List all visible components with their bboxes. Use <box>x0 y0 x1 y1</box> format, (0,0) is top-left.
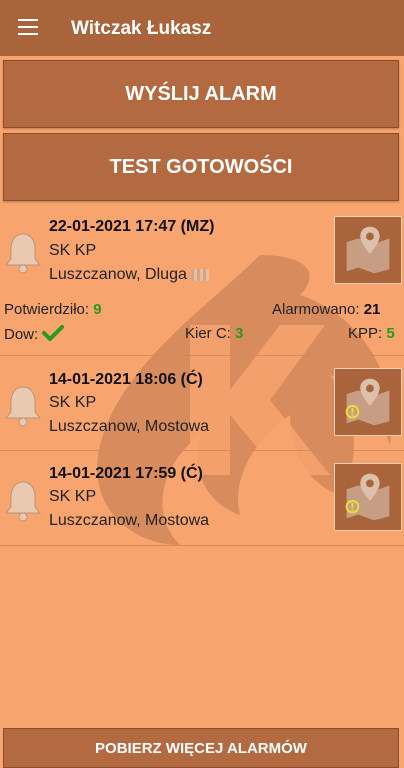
redacted-text <box>191 268 210 281</box>
checkmark-icon <box>42 325 65 342</box>
alarm-datetime: 14-01-2021 18:06 (Ć) <box>49 371 203 388</box>
alarm-list-item[interactable]: 14-01-2021 17:59 (Ć) SK KP Luszczanow, M… <box>0 451 404 546</box>
load-more-alarms-button[interactable]: POBIERZ WIĘCEJ ALARMÓW <box>3 728 399 768</box>
alarm-datetime: 14-01-2021 17:59 (Ć) <box>49 465 203 482</box>
send-alarm-button[interactable]: WYŚLIJ ALARM <box>3 60 399 128</box>
readiness-test-button[interactable]: TEST GOTOWOŚCI <box>3 133 399 201</box>
app-title: Witczak Łukasz <box>71 18 212 39</box>
alarm-list-item[interactable]: 22-01-2021 17:47 (MZ) SK KP Luszczanow, … <box>0 205 404 356</box>
map-button[interactable] <box>334 368 402 436</box>
alarm-unit: SK KP <box>49 242 97 259</box>
kier-stat: Kier C: 3 <box>185 325 244 342</box>
map-pin-icon <box>346 226 390 274</box>
alarmed-stat: Alarmowano: 21 <box>272 301 381 318</box>
alarm-datetime: 22-01-2021 17:47 (MZ) <box>49 218 215 235</box>
bell-icon <box>4 481 42 522</box>
confirmed-stat: Potwierdziło: 9 <box>4 301 102 318</box>
alarm-address: Luszczanow, Mostowa <box>49 512 210 529</box>
map-pin-warning-icon <box>345 378 390 426</box>
alarm-list-item[interactable]: 14-01-2021 18:06 (Ć) SK KP Luszczanow, M… <box>0 356 404 451</box>
map-pin-warning-icon <box>345 473 390 521</box>
kpp-stat: KPP: 5 <box>348 325 395 342</box>
alarm-unit: SK KP <box>49 394 97 411</box>
dow-stat: Dow: <box>4 325 65 343</box>
alarm-address: Luszczanow, Dluga <box>49 266 210 284</box>
bell-icon <box>4 233 42 274</box>
map-button[interactable] <box>334 216 402 284</box>
app-bar: Witczak Łukasz <box>0 0 404 56</box>
hamburger-menu-icon[interactable] <box>18 19 38 35</box>
alarm-unit: SK KP <box>49 488 97 505</box>
alarm-address: Luszczanow, Mostowa <box>49 418 210 435</box>
bell-icon <box>4 386 42 427</box>
map-button[interactable] <box>334 463 402 531</box>
